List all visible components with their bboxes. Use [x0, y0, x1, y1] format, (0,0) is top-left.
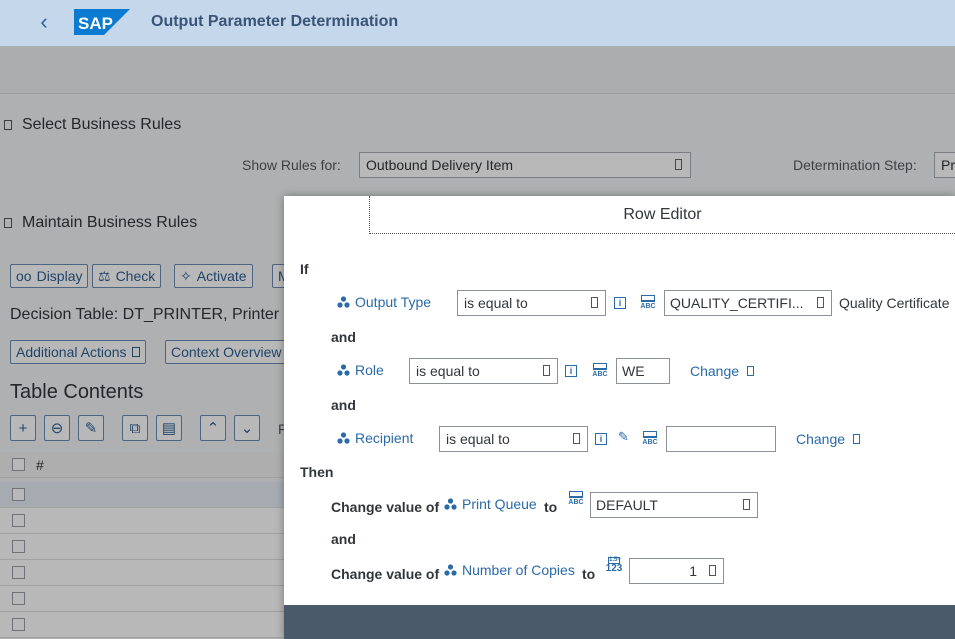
if-keyword: If: [300, 261, 309, 277]
change-icon: [747, 366, 755, 376]
print-queue-value-field[interactable]: DEFAULT: [590, 492, 758, 518]
value-help-icon[interactable]: [709, 565, 716, 576]
attribute-icon: [444, 498, 457, 510]
print-queue-value: DEFAULT: [596, 497, 658, 513]
recipient-operator-select[interactable]: is equal to: [439, 426, 588, 452]
and-keyword: and: [331, 329, 356, 345]
role-operator-select[interactable]: is equal to: [409, 358, 558, 384]
info-icon[interactable]: i: [595, 433, 607, 445]
app-title: Output Parameter Determination: [151, 13, 399, 30]
number-of-copies-value-field[interactable]: 1: [629, 558, 724, 584]
back-icon[interactable]: ‹: [34, 9, 54, 35]
output-type-value-field[interactable]: QUALITY_CERTIFI...: [664, 290, 832, 316]
recipient-attribute[interactable]: Recipient: [337, 430, 413, 446]
sap-logo-text: SAP: [78, 14, 113, 33]
change-value-of-label: Change value of: [331, 499, 440, 515]
tag-icon: ✎: [618, 429, 629, 444]
value-help-icon[interactable]: [743, 499, 750, 510]
number-of-copies-attribute[interactable]: Number of Copies: [444, 562, 575, 578]
role-value: WE: [622, 363, 645, 379]
info-icon[interactable]: i: [614, 297, 626, 309]
output-type-description: Quality Certificate: [839, 295, 950, 311]
dialog-title: Row Editor: [369, 196, 955, 234]
attribute-label: Number of Copies: [462, 562, 575, 578]
dropdown-icon: [591, 297, 598, 308]
then-keyword: Then: [300, 464, 334, 480]
value-help-icon[interactable]: [817, 297, 824, 308]
text-type-bar: [641, 295, 655, 302]
operator-value: is equal to: [464, 295, 528, 311]
change-label: Change: [690, 363, 740, 379]
text-type-bar: [569, 491, 583, 498]
operator-value: is equal to: [416, 363, 480, 379]
role-value-field[interactable]: WE: [616, 358, 670, 384]
sap-logo[interactable]: SAP: [74, 9, 130, 35]
output-type-operator-select[interactable]: is equal to: [457, 290, 606, 316]
role-attribute[interactable]: Role: [337, 362, 384, 378]
text-type-icon: ABC: [638, 295, 658, 313]
text-type-label: ABC: [568, 499, 584, 506]
number-type-icon: 1.5+ 123: [604, 557, 624, 577]
attribute-label: Recipient: [355, 430, 414, 446]
dropdown-icon: [573, 433, 580, 444]
dropdown-icon: [543, 365, 550, 376]
recipient-change-link[interactable]: Change: [796, 431, 861, 447]
recipient-value-field[interactable]: [666, 426, 776, 452]
attribute-icon: [444, 564, 457, 576]
text-type-bar: [593, 363, 607, 370]
attribute-label: Role: [355, 362, 384, 378]
info-icon[interactable]: i: [565, 365, 577, 377]
text-type-icon: ABC: [566, 491, 586, 509]
text-type-label: ABC: [592, 371, 608, 378]
number-type-label: 123: [605, 563, 623, 574]
to-keyword: to: [582, 566, 596, 582]
attribute-label: Output Type: [355, 294, 432, 310]
output-type-attribute[interactable]: Output Type: [337, 294, 431, 310]
text-type-label: ABC: [640, 303, 656, 310]
operator-value: is equal to: [446, 431, 510, 447]
attribute-icon: [337, 364, 350, 376]
text-type-bar: [643, 431, 657, 438]
print-queue-attribute[interactable]: Print Queue: [444, 496, 537, 512]
and-keyword: and: [331, 397, 356, 413]
change-icon: [853, 434, 861, 444]
shell-bar: ‹ SAP Output Parameter Determination: [0, 0, 955, 46]
output-type-value: QUALITY_CERTIFI...: [670, 295, 804, 311]
to-keyword: to: [544, 499, 558, 515]
role-change-link[interactable]: Change: [690, 363, 755, 379]
number-of-copies-value: 1: [689, 563, 697, 579]
text-type-icon: ABC: [640, 431, 660, 449]
row-editor-dialog: Row Editor If Output Type is equal to i …: [284, 196, 955, 639]
change-label: Change: [796, 431, 846, 447]
dialog-footer: [284, 605, 955, 639]
attribute-icon: [337, 296, 350, 308]
attribute-label: Print Queue: [462, 496, 537, 512]
attribute-icon: [337, 432, 350, 444]
change-value-of-label: Change value of: [331, 566, 440, 582]
text-type-label: ABC: [642, 439, 658, 446]
and-keyword: and: [331, 531, 356, 547]
text-type-icon: ABC: [590, 363, 610, 381]
